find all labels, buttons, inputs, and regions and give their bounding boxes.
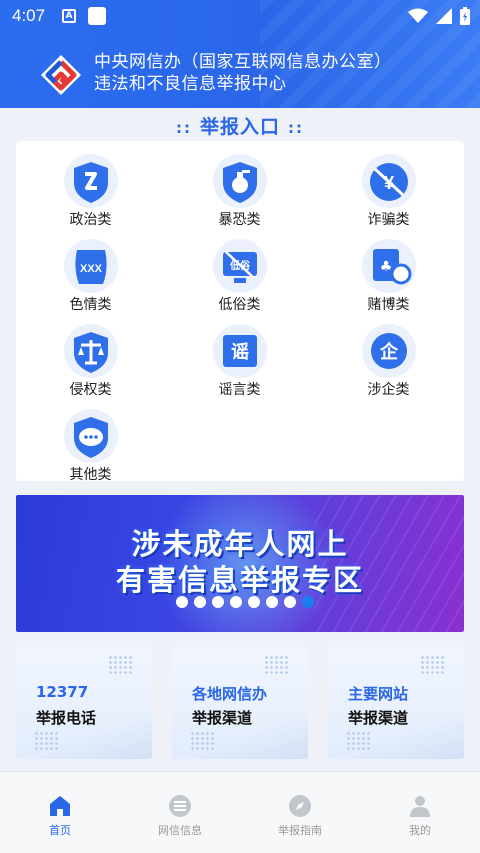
vulgar-icon: 低俗 — [212, 239, 267, 293]
banner-dot — [194, 596, 206, 608]
wifi-icon — [408, 8, 428, 23]
banner-dot — [284, 596, 296, 608]
major-sites-title: 主要网站 — [348, 685, 409, 703]
compass-icon — [289, 795, 311, 817]
major-sites-label: 举报渠道 — [348, 709, 409, 727]
minor-report-banner[interactable]: 涉未成年人网上 有害信息举报专区 — [16, 495, 464, 632]
signal-icon — [436, 8, 452, 24]
scales-icon — [63, 324, 118, 378]
status-icons — [408, 6, 470, 26]
card-dot-pattern — [420, 655, 446, 675]
report-category-grid: 政治类 暴恐类 ¥ 诈骗类 XXX 色情类 低俗 低俗类 ♣ 赌博类 侵权类 谣… — [16, 141, 464, 483]
home-icon — [50, 796, 70, 816]
svg-text:谣: 谣 — [231, 342, 249, 363]
notification-square-icon — [88, 7, 106, 25]
nav-label: 首页 — [49, 824, 71, 837]
category-label: 低俗类 — [218, 297, 261, 313]
svg-text:企: 企 — [379, 341, 399, 363]
banner-dot — [248, 596, 260, 608]
card-dot-pattern — [108, 655, 134, 675]
section-deco-left: :: — [175, 119, 192, 137]
category-gambling[interactable]: ♣ 赌博类 — [314, 228, 463, 313]
nav-label: 网信信息 — [158, 824, 202, 837]
section-title: :: 举报入口:: — [0, 112, 480, 139]
local-office-card[interactable]: 各地网信办 举报渠道 — [172, 647, 308, 759]
category-label: 政治类 — [69, 212, 112, 228]
status-time: 4:07 — [12, 6, 46, 25]
nav-label: 举报指南 — [278, 824, 322, 837]
nav-home[interactable]: 首页 — [0, 794, 120, 838]
banner-dot — [212, 596, 224, 608]
hotline-card[interactable]: 12377 举报电话 — [16, 647, 152, 759]
category-rumor[interactable]: 谣 谣言类 — [165, 313, 314, 398]
chat-icon — [63, 409, 118, 463]
category-fraud[interactable]: ¥ 诈骗类 — [314, 143, 463, 228]
major-sites-card[interactable]: 主要网站 举报渠道 — [328, 647, 464, 759]
banner-dot — [266, 596, 278, 608]
battery-icon — [460, 7, 470, 25]
nav-profile[interactable]: 我的 — [360, 794, 480, 838]
user-icon — [410, 796, 430, 817]
hotline-number: 12377 — [36, 683, 89, 701]
local-office-label: 举报渠道 — [192, 709, 253, 727]
svg-text:♣: ♣ — [379, 259, 392, 275]
svg-text:XXX: XXX — [79, 263, 102, 275]
category-label: 谣言类 — [218, 382, 261, 398]
rumor-icon: 谣 — [212, 324, 267, 378]
header-title: 中央网信办（国家互联网信息办公室） 违法和不良信息举报中心 — [94, 51, 392, 95]
category-enterprise[interactable]: 企 涉企类 — [314, 313, 463, 398]
category-infringement[interactable]: 侵权类 — [16, 313, 165, 398]
category-politics[interactable]: 政治类 — [16, 143, 165, 228]
category-label: 诈骗类 — [367, 212, 410, 228]
header-title-line2: 违法和不良信息举报中心 — [94, 74, 287, 94]
banner-dot — [302, 596, 314, 608]
banner-dots — [176, 596, 314, 608]
category-label: 暴恐类 — [218, 212, 261, 228]
category-label: 赌博类 — [367, 297, 410, 313]
hotline-label: 举报电话 — [36, 709, 97, 727]
porn-icon: XXX — [63, 239, 118, 293]
banner-title-line2: 有害信息举报专区 — [115, 563, 364, 597]
fraud-icon: ¥ — [361, 154, 416, 208]
card-dot-pattern — [264, 655, 290, 675]
header-brand: 中央网信办（国家互联网信息办公室） 违法和不良信息举报中心 — [0, 40, 480, 102]
section-title-text: 举报入口 — [199, 116, 280, 138]
nav-label: 我的 — [409, 824, 431, 837]
bottom-navigation: 首页 网信信息 举报指南 我的 — [0, 771, 480, 853]
list-icon — [169, 795, 191, 817]
nav-guide[interactable]: 举报指南 — [240, 794, 360, 838]
local-office-title: 各地网信办 — [192, 685, 268, 703]
banner-dot — [176, 596, 188, 608]
status-bar: 4:07 A — [0, 0, 480, 32]
grenade-icon — [212, 154, 267, 208]
category-label: 色情类 — [69, 297, 112, 313]
category-label: 涉企类 — [367, 382, 410, 398]
app-header: 4:07 A 中央网信办（国家互联网信息办公室） 违法和不良信息举报中心 — [0, 0, 480, 108]
banner-dot — [230, 596, 242, 608]
category-terror[interactable]: 暴恐类 — [165, 143, 314, 228]
cac-logo-icon — [41, 55, 81, 95]
category-label: 其他类 — [69, 467, 112, 483]
notification-a-icon: A — [62, 9, 76, 23]
gambling-icon: ♣ — [361, 239, 416, 293]
header-title-line1: 中央网信办（国家互联网信息办公室） — [94, 52, 392, 72]
enterprise-icon: 企 — [361, 324, 416, 378]
category-vulgar[interactable]: 低俗 低俗类 — [165, 228, 314, 313]
category-label: 侵权类 — [69, 382, 112, 398]
politics-icon — [63, 154, 118, 208]
category-other[interactable]: 其他类 — [16, 398, 165, 483]
nav-news[interactable]: 网信信息 — [120, 794, 240, 838]
section-deco-right: :: — [288, 119, 304, 137]
category-porn[interactable]: XXX 色情类 — [16, 228, 165, 313]
